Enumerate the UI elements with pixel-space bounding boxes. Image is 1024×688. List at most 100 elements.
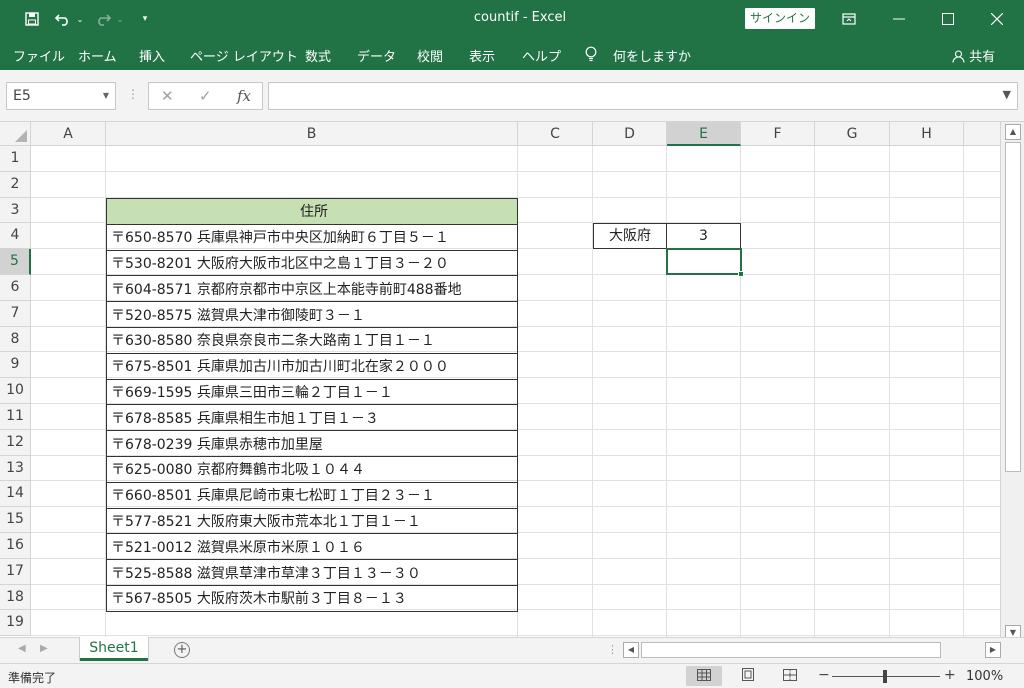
tell-me-search[interactable]: 何をしますか — [613, 46, 691, 65]
normal-view-icon[interactable] — [686, 666, 722, 686]
row-header-9[interactable]: 9 — [0, 352, 31, 379]
page-break-view-icon[interactable] — [772, 666, 808, 686]
select-all-button[interactable] — [0, 122, 31, 146]
tab-home[interactable]: ホーム — [78, 46, 117, 65]
row-header-10[interactable]: 10 — [0, 378, 31, 404]
zoom-out-icon[interactable]: − — [818, 667, 830, 683]
address-header-cell[interactable]: 住所 — [106, 198, 518, 225]
column-header-partial[interactable] — [964, 122, 1000, 146]
row-header-2[interactable]: 2 — [0, 171, 31, 198]
zoom-in-icon[interactable]: + — [944, 667, 956, 683]
tab-data[interactable]: データ — [357, 46, 396, 65]
address-cell[interactable]: 〒577-8521 大阪府東大阪市荒本北１丁目１－１ — [106, 507, 518, 535]
scroll-right-icon[interactable]: ▶ — [985, 642, 1001, 658]
tab-formulas[interactable]: 数式 — [305, 46, 331, 65]
save-icon[interactable] — [22, 9, 42, 29]
row-header-17[interactable]: 17 — [0, 558, 31, 585]
minimize-icon[interactable] — [876, 0, 922, 37]
redo-icon[interactable] — [92, 9, 114, 29]
address-cell[interactable]: 〒675-8501 兵庫県加古川市加古川町北在家２０００ — [106, 352, 518, 380]
signin-button[interactable]: サインイン — [745, 8, 815, 29]
address-cell[interactable]: 〒669-1595 兵庫県三田市三輪２丁目１－１ — [106, 378, 518, 406]
address-cell[interactable]: 〒530-8201 大阪府大阪市北区中之島１丁目３－２０ — [106, 249, 518, 277]
address-cell[interactable]: 〒567-8505 大阪府茨木市駅前３丁目８－１３ — [106, 584, 518, 612]
row-header-7[interactable]: 7 — [0, 300, 31, 327]
redo-dropdown-icon[interactable]: ⌄ — [115, 9, 125, 29]
column-header-e[interactable]: E — [667, 122, 741, 146]
tab-page-layout[interactable]: ページ レイアウト — [190, 46, 298, 65]
customize-toolbar-icon[interactable]: ▾ — [138, 9, 152, 29]
column-header-g[interactable]: G — [815, 122, 890, 146]
row-header-4[interactable]: 4 — [0, 223, 31, 250]
vertical-scroll-thumb[interactable] — [1005, 142, 1021, 472]
undo-dropdown-icon[interactable]: ⌄ — [75, 9, 85, 29]
column-header-d[interactable]: D — [593, 122, 667, 146]
page-layout-view-icon[interactable] — [730, 666, 766, 686]
prev-sheet-icon[interactable]: ◀ — [18, 643, 26, 654]
horizontal-scroll-thumb[interactable] — [641, 642, 941, 658]
row-header-15[interactable]: 15 — [0, 507, 31, 533]
column-header-h[interactable]: H — [890, 122, 964, 146]
row-header-6[interactable]: 6 — [0, 275, 31, 301]
lightbulb-icon[interactable] — [584, 46, 598, 66]
worksheet-grid[interactable]: A B C D E F G H 1 2 3 4 5 6 7 8 9 10 11 12 13 14 15 16 1… — [0, 122, 1000, 637]
zoom-level[interactable]: 100% — [966, 669, 1003, 684]
formula-input[interactable]: ▼ — [268, 82, 1018, 110]
fill-handle[interactable] — [738, 271, 744, 277]
tab-view[interactable]: 表示 — [469, 46, 495, 65]
row-header-13[interactable]: 13 — [0, 455, 31, 482]
address-cell[interactable]: 〒630-8580 奈良県奈良市二条大路南１丁目１－１ — [106, 326, 518, 354]
scroll-left-icon[interactable]: ◀ — [623, 642, 639, 658]
row-header-19[interactable]: 19 — [0, 610, 31, 637]
row-header-5[interactable]: 5 — [0, 249, 31, 275]
column-header-a[interactable]: A — [31, 122, 106, 146]
address-cell[interactable]: 〒525-8588 滋賀県草津市草津３丁目１３－３０ — [106, 559, 518, 586]
horizontal-scrollbar[interactable]: ◀ ▶ — [623, 642, 1001, 660]
row-header-1[interactable]: 1 — [0, 146, 31, 172]
active-cell-e5[interactable] — [666, 248, 744, 277]
maximize-icon[interactable] — [925, 0, 971, 37]
address-cell[interactable]: 〒650-8570 兵庫県神戸市中央区加納町６丁目５－１ — [106, 223, 518, 251]
row-header-3[interactable]: 3 — [0, 197, 31, 224]
row-header-8[interactable]: 8 — [0, 326, 31, 353]
row-header-14[interactable]: 14 — [0, 481, 31, 508]
zoom-slider-thumb[interactable] — [883, 670, 887, 683]
tab-help[interactable]: ヘルプ — [522, 46, 561, 65]
row-header-11[interactable]: 11 — [0, 404, 31, 430]
insert-function-icon[interactable]: fx — [237, 87, 251, 105]
row-header-16[interactable]: 16 — [0, 533, 31, 559]
tab-review[interactable]: 校閲 — [417, 46, 443, 65]
name-box[interactable]: E5 ▼ — [6, 82, 116, 110]
column-header-f[interactable]: F — [741, 122, 815, 146]
close-icon[interactable] — [974, 0, 1020, 37]
address-cell[interactable]: 〒521-0012 滋賀県米原市米原１０１６ — [106, 533, 518, 561]
formula-bar-splitter-icon[interactable]: ⋮ — [127, 87, 139, 101]
share-button[interactable]: 共有 — [952, 46, 995, 65]
new-sheet-icon[interactable]: + — [174, 642, 190, 658]
address-cell[interactable]: 〒678-8585 兵庫県相生市旭１丁目１－３ — [106, 404, 518, 432]
expand-formula-bar-icon[interactable]: ▼ — [1003, 88, 1011, 101]
ribbon-display-options-icon[interactable] — [826, 0, 872, 37]
vertical-scrollbar[interactable]: ▲ ▼ — [1000, 122, 1024, 641]
address-cell[interactable]: 〒625-0080 京都府舞鶴市北吸１０４４ — [106, 455, 518, 483]
address-cell[interactable]: 〒660-8501 兵庫県尼崎市東七松町１丁目２３－１ — [106, 481, 518, 509]
address-cell[interactable]: 〒678-0239 兵庫県赤穂市加里屋 — [106, 430, 518, 457]
column-header-b[interactable]: B — [106, 122, 518, 146]
row-header-12[interactable]: 12 — [0, 429, 31, 456]
cell-d4[interactable]: 大阪府 — [593, 223, 667, 249]
address-cell[interactable]: 〒520-8575 滋賀県大津市御陵町３－１ — [106, 301, 518, 328]
scroll-up-icon[interactable]: ▲ — [1005, 124, 1021, 140]
sheet-tab-sheet1[interactable]: Sheet1 — [80, 637, 148, 661]
column-header-c[interactable]: C — [518, 122, 593, 146]
address-cell[interactable]: 〒604-8571 京都府京都市中京区上本能寺前町488番地 — [106, 275, 518, 303]
tab-file[interactable]: ファイル — [13, 46, 65, 65]
undo-icon[interactable] — [52, 9, 74, 29]
cell-e4[interactable]: 3 — [666, 223, 741, 249]
name-box-dropdown-icon[interactable]: ▼ — [103, 83, 109, 109]
next-sheet-icon[interactable]: ▶ — [40, 643, 48, 654]
cancel-icon[interactable]: ✕ — [161, 87, 174, 105]
tab-insert[interactable]: 挿入 — [139, 46, 165, 65]
tab-splitter-icon[interactable]: ⋮ — [607, 643, 618, 656]
row-header-18[interactable]: 18 — [0, 584, 31, 611]
enter-icon[interactable]: ✓ — [199, 87, 212, 105]
